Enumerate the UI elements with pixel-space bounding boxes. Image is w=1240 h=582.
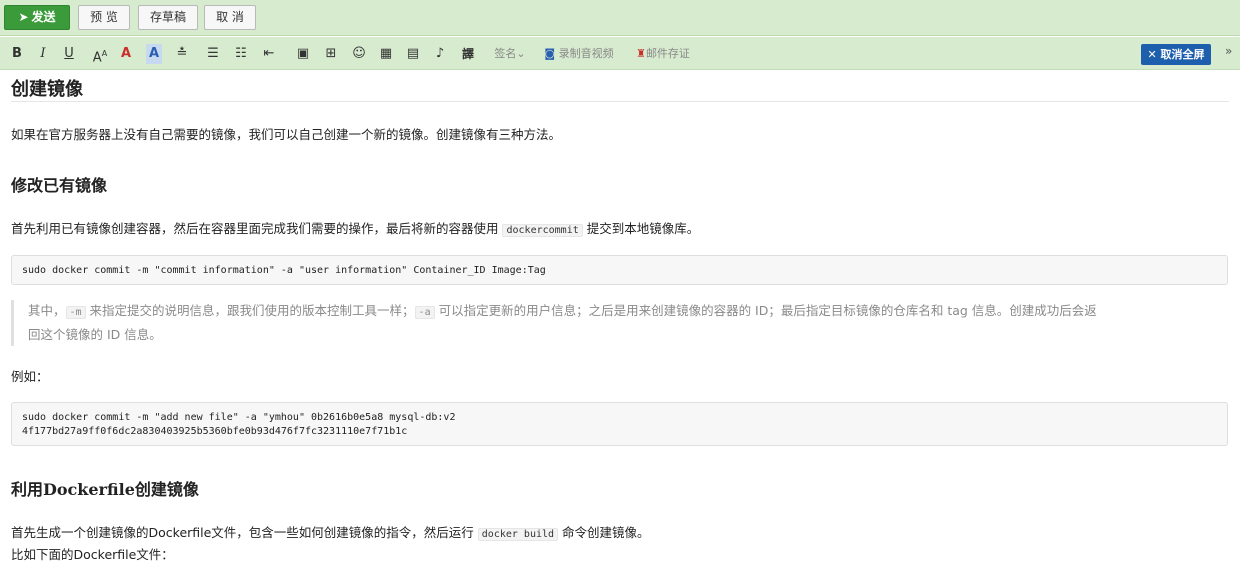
inline-code: docker build: [477, 528, 559, 541]
table-icon[interactable]: ⊞: [323, 44, 339, 64]
emoji-icon[interactable]: ☺: [351, 44, 367, 64]
mail-evidence-button[interactable]: ♜邮件存证: [628, 44, 698, 64]
code-block-example: sudo docker commit -m "add new file" -a …: [11, 402, 1228, 446]
code-block-commit: sudo docker commit -m "commit informatio…: [11, 255, 1228, 285]
indent-icon[interactable]: ⇤: [261, 44, 277, 64]
calendar-icon[interactable]: ▤: [405, 44, 421, 64]
blockquote-note: 其中， -m 来指定提交的说明信息，跟我们使用的版本控制工具一样； -a 可以指定更…: [11, 300, 1228, 346]
section2-paragraph-2: 比如下面的Dockerfile文件：: [11, 547, 174, 562]
collapse-toolbar-icon[interactable]: »: [1225, 44, 1232, 58]
inline-code: -m: [65, 306, 86, 319]
strikethrough-icon[interactable]: ≛: [174, 44, 190, 64]
save-draft-button[interactable]: 存草稿: [138, 5, 198, 30]
editor-content[interactable]: 创建镜像 如果在官方服务器上没有自己需要的镜像，我们可以自己创建一个新的镜像。创…: [0, 70, 1240, 582]
stamp-icon: ♜: [636, 47, 646, 60]
section-title-modify: 修改已有镜像: [11, 176, 108, 195]
bg-color-button[interactable]: A: [146, 44, 162, 64]
page-title: 创建镜像: [11, 79, 83, 100]
preview-button[interactable]: 预 览: [78, 5, 130, 30]
title-divider: [11, 101, 1229, 102]
microphone-icon[interactable]: ♪: [432, 44, 448, 64]
list-icon[interactable]: ☷: [233, 44, 249, 64]
format-toolbar: B I U AA A A ≛ ☰ ☷ ⇤ ▣ ⊞ ☺ ▦ ▤ ♪ 譯 签名⌄ ◙…: [0, 37, 1240, 70]
send-button[interactable]: ➤ 发送: [4, 5, 70, 30]
translate-icon[interactable]: 譯: [459, 44, 477, 64]
align-icon[interactable]: ☰: [205, 44, 221, 64]
image-icon[interactable]: ▣: [295, 44, 311, 64]
signature-dropdown[interactable]: 签名⌄: [490, 44, 530, 64]
paper-plane-icon: ➤: [18, 10, 29, 24]
intro-paragraph: 如果在官方服务器上没有自己需要的镜像，我们可以自己创建一个新的镜像。创建镜像有三…: [11, 127, 562, 142]
section-title-dockerfile: 利用Dockerfile创建镜像: [11, 480, 199, 499]
inline-code: dockercommit: [502, 224, 583, 237]
underline-button[interactable]: U: [62, 44, 76, 64]
bold-button[interactable]: B: [10, 44, 24, 64]
inline-code: -a: [414, 306, 435, 319]
section1-paragraph: 首先利用已有镜像创建容器，然后在容器里面完成我们需要的操作，最后将新的容器使用 …: [11, 221, 700, 237]
example-label: 例如：: [11, 369, 49, 384]
cancel-button[interactable]: 取 消: [204, 5, 256, 30]
font-size-button[interactable]: AA: [92, 44, 108, 65]
send-label: 发送: [31, 10, 56, 24]
section2-paragraph: 首先生成一个创建镜像的Dockerfile文件，包含一些如何创建镜像的指令，然后…: [11, 525, 650, 541]
action-bar: ➤ 发送 预 览 存草稿 取 消: [0, 0, 1240, 36]
font-color-button[interactable]: A: [119, 44, 133, 64]
exit-fullscreen-button[interactable]: ✕ 取消全屏: [1141, 44, 1211, 65]
attachment-icon[interactable]: ▦: [378, 44, 394, 64]
video-icon: ◙: [544, 47, 556, 60]
shrink-icon: ✕: [1147, 48, 1157, 61]
italic-button[interactable]: I: [36, 44, 50, 64]
record-video-button[interactable]: ◙ 录制音视频: [539, 44, 619, 64]
